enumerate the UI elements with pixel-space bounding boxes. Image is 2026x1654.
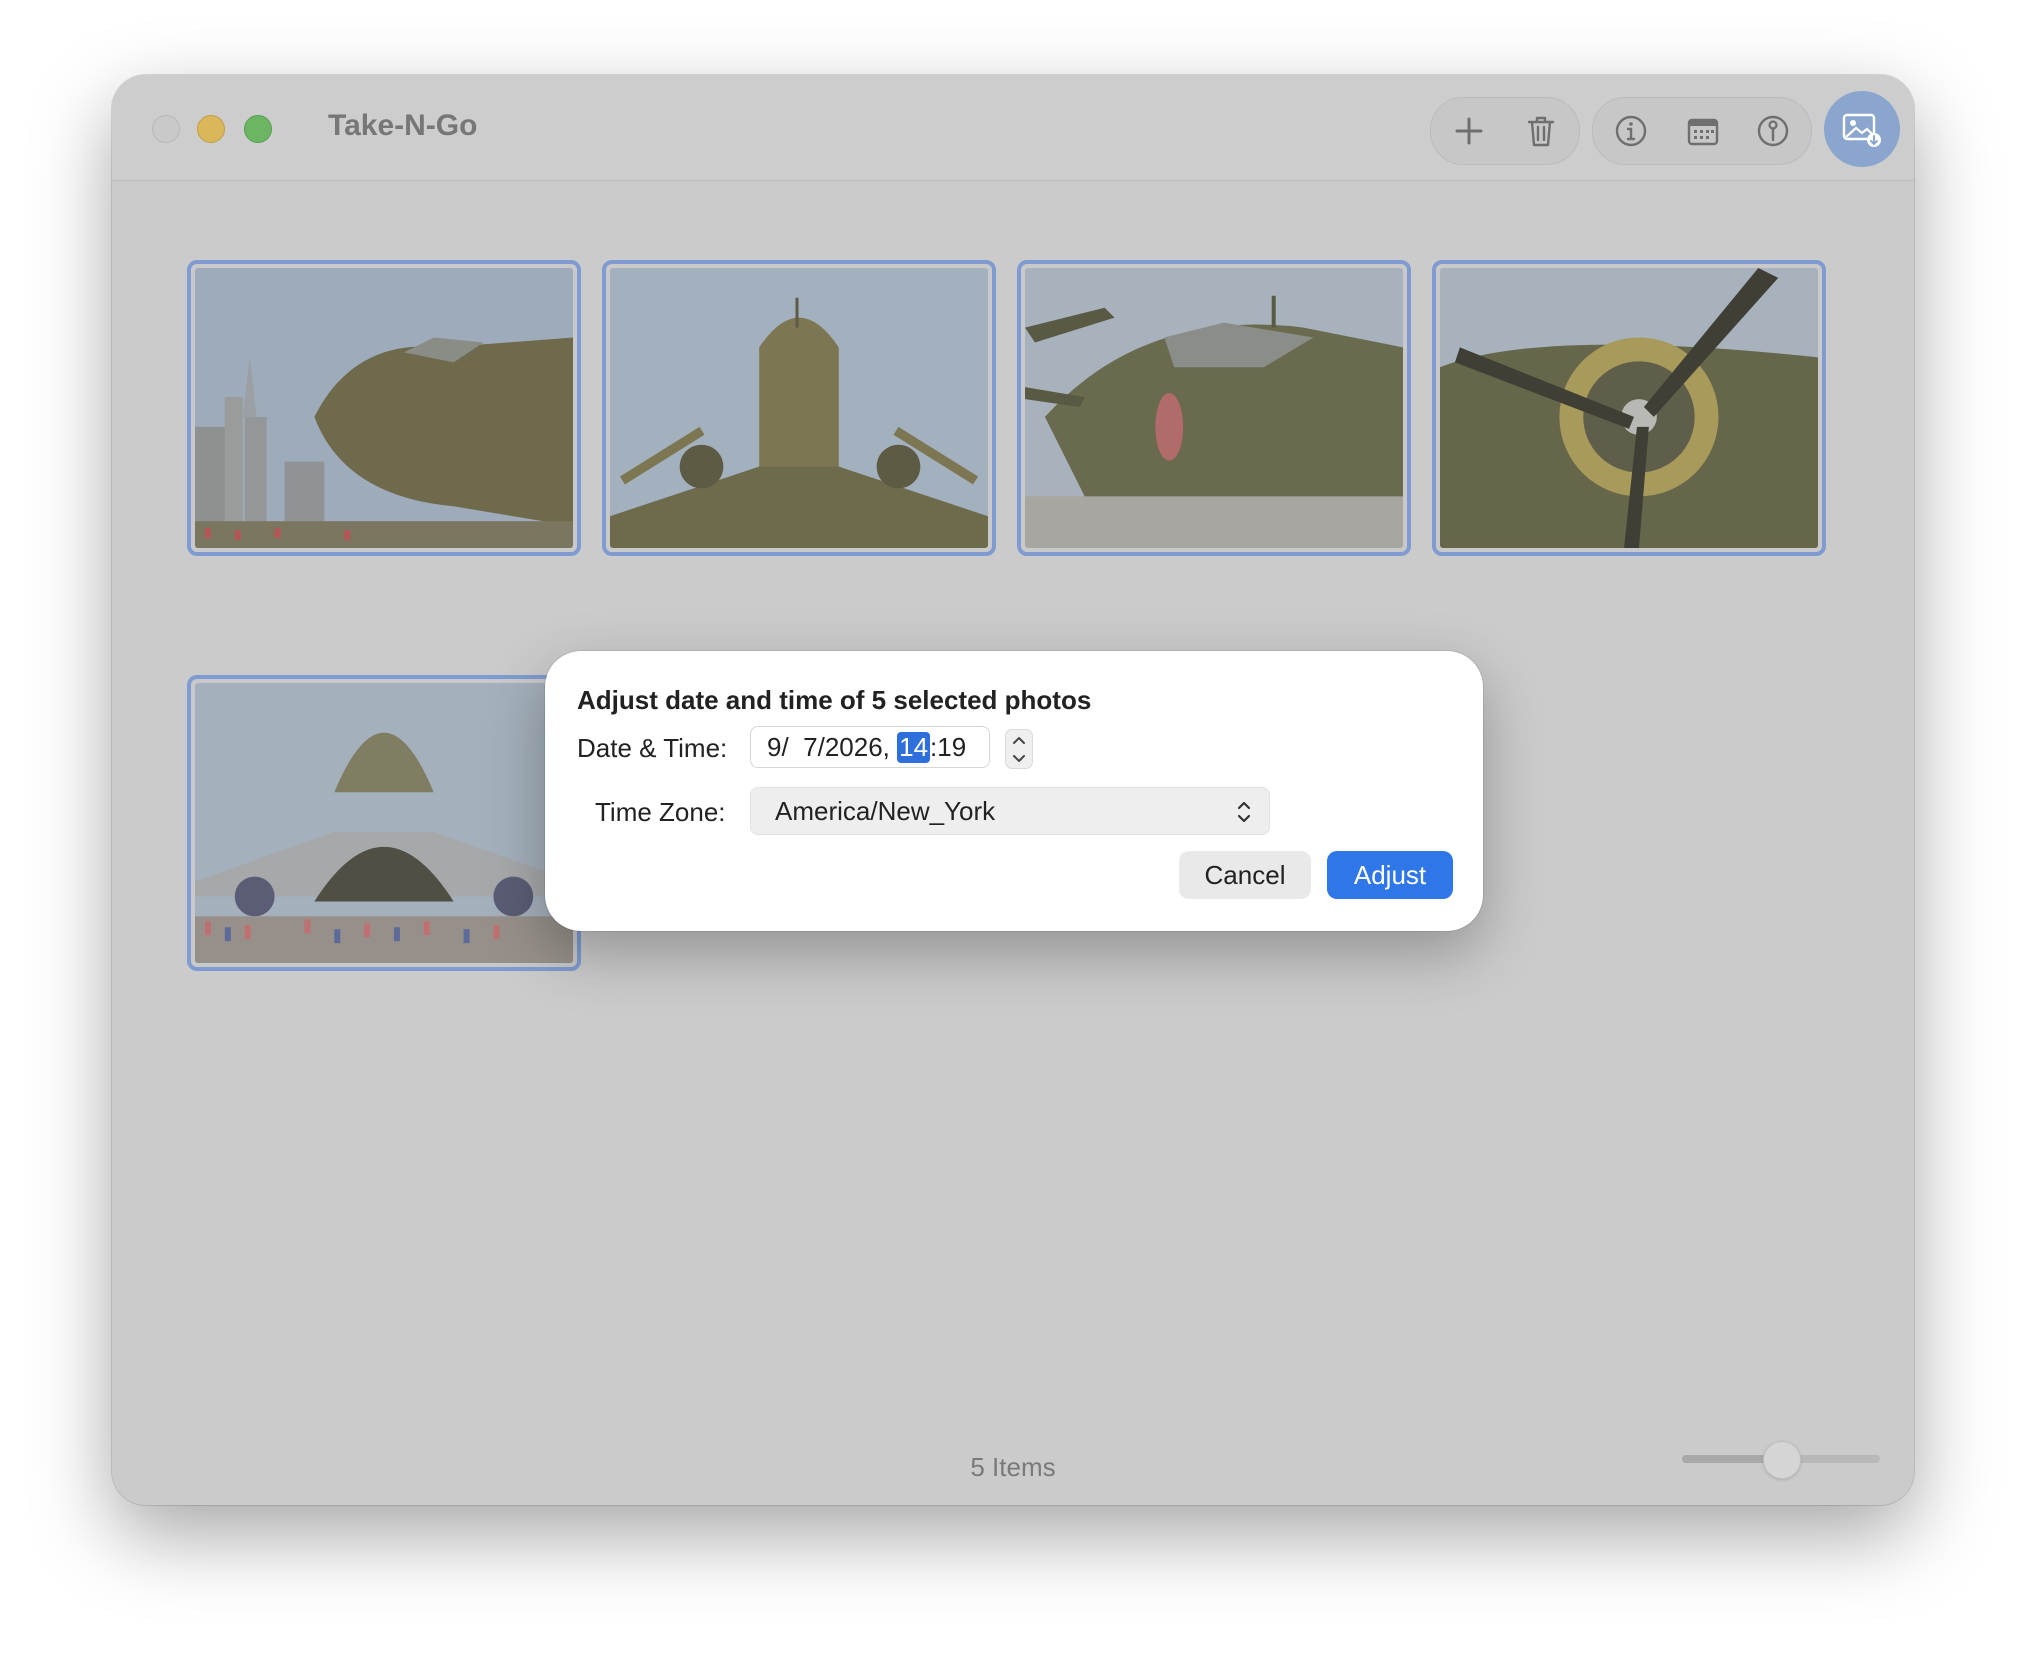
toolbar-group-info	[1592, 97, 1812, 165]
add-button[interactable]	[1439, 98, 1499, 164]
date-time-label: Date & Time:	[577, 733, 728, 763]
photo-thumbnail[interactable]	[1017, 260, 1411, 556]
info-button[interactable]	[1601, 98, 1661, 164]
window-title: Take-N-Go	[328, 109, 478, 142]
photo-image	[195, 683, 573, 963]
calendar-button[interactable]	[1673, 98, 1733, 164]
trash-icon	[1527, 116, 1555, 147]
date-time-field[interactable]: 9/ 7/2026, 14:19	[750, 726, 990, 768]
thumbnail-size-slider[interactable]	[1682, 1439, 1880, 1479]
photo-thumbnail[interactable]	[1432, 260, 1826, 556]
time-zone-value: America/New_York	[775, 795, 996, 826]
toolbar-group-edit	[1430, 97, 1580, 165]
minimize-window-button[interactable]	[197, 115, 225, 143]
up-down-chevron-icon	[1237, 801, 1251, 823]
photo-thumbnail[interactable]	[187, 260, 581, 556]
close-window-button[interactable]	[152, 115, 180, 143]
chevron-up-icon[interactable]	[1012, 735, 1026, 745]
cancel-button[interactable]: Cancel	[1179, 851, 1311, 899]
slider-knob[interactable]	[1763, 1441, 1801, 1479]
photo-image	[1440, 268, 1818, 548]
plus-icon	[1455, 117, 1483, 145]
location-button[interactable]	[1743, 98, 1803, 164]
title-bar: Take-N-Go	[112, 75, 1914, 181]
time-zone-select[interactable]: America/New_York	[750, 787, 1270, 835]
calendar-icon	[1687, 118, 1719, 146]
photo-image	[610, 268, 988, 548]
photo-import-icon	[1842, 113, 1881, 147]
hour-segment[interactable]: 14	[897, 731, 931, 763]
date-time-stepper[interactable]	[1005, 729, 1033, 769]
zoom-window-button[interactable]	[244, 115, 272, 143]
dialog-title: Adjust date and time of 5 selected photo…	[577, 685, 1092, 715]
photo-image	[1025, 268, 1403, 548]
info-icon	[1615, 115, 1647, 147]
items-count: 5 Items	[970, 1452, 1056, 1482]
photo-thumbnail[interactable]	[602, 260, 996, 556]
date-segment[interactable]: 9/ 7/2026,	[767, 732, 897, 763]
chevron-down-icon[interactable]	[1012, 754, 1026, 764]
minute-segment[interactable]: :19	[930, 732, 966, 763]
adjust-date-dialog: Adjust date and time of 5 selected photo…	[545, 651, 1483, 931]
import-photos-button[interactable]	[1824, 91, 1900, 167]
delete-button[interactable]	[1511, 98, 1571, 164]
pin-icon	[1757, 115, 1789, 147]
photo-image	[195, 268, 573, 548]
photo-thumbnail[interactable]	[187, 675, 581, 971]
adjust-button[interactable]: Adjust	[1327, 851, 1453, 899]
